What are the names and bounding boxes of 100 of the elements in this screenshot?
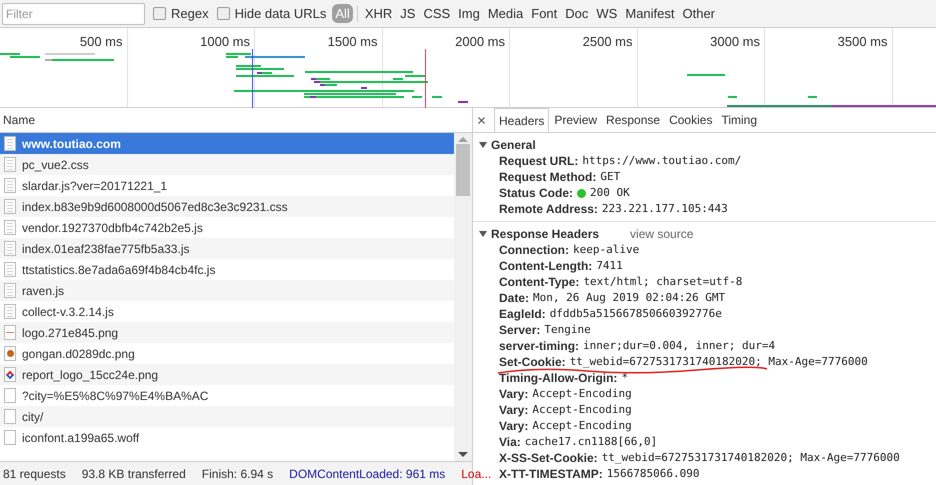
request-row[interactable]: index.b83e9b9d6008000d5067ed8c3e3c9231.css [0, 196, 454, 217]
header-value: GET [600, 168, 620, 185]
image-icon [4, 346, 16, 361]
file-icon [4, 430, 16, 445]
status-text: Loa... [461, 466, 492, 482]
header-value: text/html; charset=utf-8 [583, 274, 742, 290]
time-tick: 2500 ms [582, 33, 632, 51]
detail-tab[interactable]: Response [602, 108, 664, 132]
request-row[interactable]: city/ [0, 406, 454, 427]
close-icon[interactable] [478, 116, 485, 124]
document-icon [4, 262, 16, 277]
request-name: collect-v.3.2.14.js [22, 304, 114, 320]
header-name: Content-Type: [499, 274, 580, 291]
type-filter[interactable]: Media [484, 4, 526, 23]
checkbox-label: Hide data URLs [234, 4, 326, 23]
section-title[interactable]: Response Headers [491, 224, 600, 242]
header-value: keep-alive [573, 242, 640, 258]
type-filter[interactable]: WS [593, 4, 620, 23]
document-icon [4, 178, 16, 193]
detail-tab[interactable]: Cookies [665, 108, 716, 132]
time-tick: 1000 ms [200, 33, 250, 51]
status-text: Finish: 6.94 s [202, 466, 274, 482]
header-value: cache17.cn1188[66,0] [524, 434, 658, 450]
scroll-thumb[interactable] [456, 144, 470, 196]
header-value: dfddb5a515667850660392776e [550, 306, 722, 322]
type-filter[interactable]: Manifest [622, 4, 678, 23]
status-text: DOMContentLoaded: 961 ms [289, 466, 446, 482]
header-value: 200 OK [590, 184, 630, 201]
request-name: report_logo_15cc24e.png [22, 366, 158, 384]
type-filter[interactable]: XHR [362, 4, 396, 23]
header-name: X-TT-TIMESTAMP: [499, 466, 603, 483]
header-value: Tengine [544, 322, 591, 338]
request-name: city/ [22, 408, 44, 426]
type-filter[interactable]: JS [397, 4, 418, 23]
header-name: Request Method: [499, 169, 596, 186]
type-filter[interactable]: Other [680, 4, 718, 23]
view-source-link[interactable]: view source [630, 224, 694, 242]
header-name: Date: [499, 290, 530, 307]
request-name: gongan.d0289dc.png [22, 346, 135, 362]
header-name: server-timing: [499, 338, 580, 355]
request-row[interactable]: www.toutiao.com [0, 133, 454, 154]
detail-tab[interactable]: Headers [494, 108, 550, 132]
type-filter[interactable]: Img [455, 4, 483, 23]
filter-field[interactable]: Filter [2, 2, 145, 24]
header-name: Remote Address: [499, 201, 598, 218]
section-title[interactable]: General [491, 136, 536, 154]
detail-tab[interactable]: Preview [550, 108, 602, 132]
request-name: slardar.js?ver=20171221_1 [22, 178, 168, 194]
type-filter[interactable]: Doc [562, 4, 592, 23]
type-filter[interactable]: CSS [420, 4, 454, 23]
header-value: Accept-Encoding [532, 418, 632, 434]
disclosure-triangle-icon[interactable] [479, 142, 487, 148]
document-icon [4, 199, 16, 214]
request-name: index.b83e9b9d6008000d5067ed8c3e3c9231.css [22, 198, 288, 216]
detail-tab[interactable]: Timing [717, 108, 762, 132]
document-icon [4, 304, 16, 319]
request-row[interactable]: index.01eaf238fae775fb5a33.js [0, 238, 454, 259]
header-name: Request URL: [499, 153, 578, 170]
header-value: 7411 [596, 258, 623, 274]
request-name: pc_vue2.css [22, 156, 89, 174]
header-name: X-SS-Set-Cookie: [499, 450, 598, 467]
header-name: Status Code: [499, 185, 574, 202]
scrollbar[interactable] [454, 133, 472, 461]
status-text: 93.8 KB transferred [82, 466, 186, 482]
document-icon [4, 220, 16, 235]
header-value: inner;dur=0.004, inner; dur=4 [583, 338, 776, 354]
type-filter[interactable]: Font [528, 4, 560, 23]
header-value: Accept-Encoding [532, 386, 632, 402]
image-icon [4, 367, 16, 382]
request-name: ?city=%E5%8C%97%E4%BA%AC [22, 388, 208, 404]
time-tick: 3500 ms [838, 33, 888, 51]
header-name: Timing-Allow-Origin: [499, 370, 618, 387]
request-name: index.01eaf238fae775fb5a33.js [22, 240, 190, 258]
request-row[interactable]: raven.js [0, 280, 454, 301]
disclosure-triangle-icon[interactable] [479, 230, 487, 236]
header-name: Set-Cookie: [499, 354, 566, 371]
time-tick: 3000 ms [710, 33, 760, 51]
request-name: ttstatistics.8e7ada6a69f4b84cb4fc.js [22, 262, 216, 278]
document-icon [4, 136, 16, 151]
header-name: Vary: [499, 418, 528, 435]
request-row[interactable]: pc_vue2.css [0, 154, 454, 175]
checkbox-label: Regex [171, 4, 209, 23]
document-icon [4, 241, 16, 256]
header-name: EagleId: [499, 306, 546, 323]
header-value: tt_webid=6727531731740182020; Max-Age=7776000 [602, 450, 900, 466]
request-name: iconfont.a199a65.woff [22, 430, 140, 446]
column-header: Name [3, 112, 36, 129]
request-name: www.toutiao.com [22, 136, 121, 152]
file-icon [4, 409, 16, 424]
request-row[interactable]: report_logo_15cc24e.png [0, 364, 454, 385]
header-value: 223.221.177.105:443 [602, 200, 728, 217]
checkbox[interactable] [216, 7, 230, 20]
time-tick: 500 ms [80, 33, 122, 51]
header-name: Vary: [499, 402, 528, 419]
status-text: 81 requests [3, 466, 66, 482]
image-icon [4, 325, 16, 340]
checkbox[interactable] [153, 7, 166, 20]
time-tick: 2000 ms [455, 33, 505, 51]
header-value: 1566785066.090 [606, 466, 700, 482]
request-row[interactable]: logo.271e845.png [0, 322, 454, 343]
